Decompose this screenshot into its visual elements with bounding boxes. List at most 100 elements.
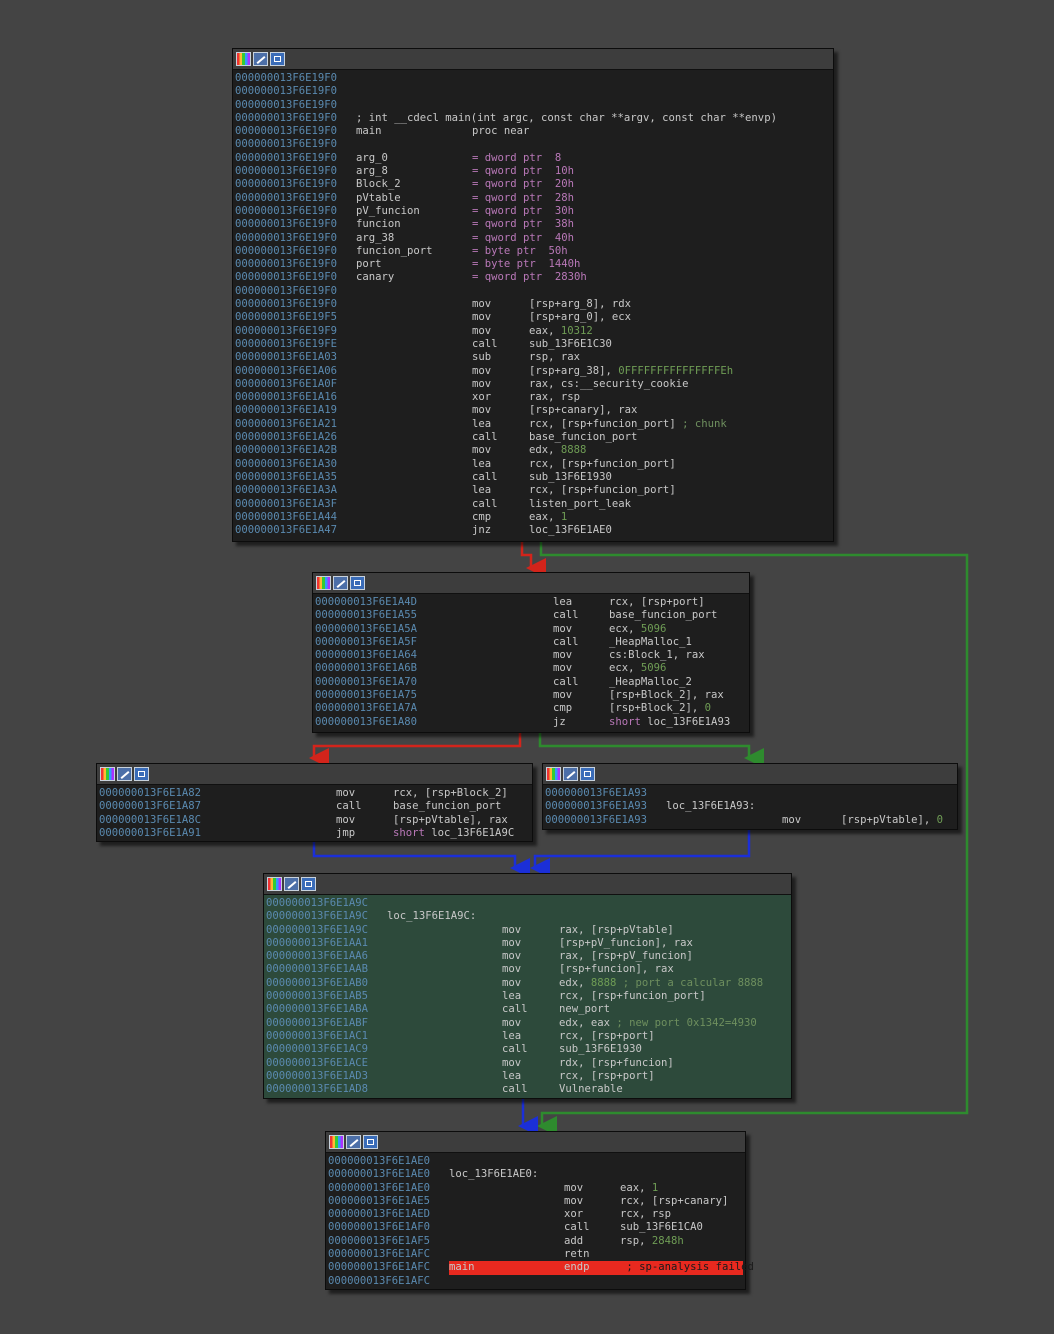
graph-view-icon[interactable] <box>350 576 365 590</box>
disasm-line[interactable]: 000000013F6E19F0 <box>235 99 833 112</box>
disasm-line[interactable]: 000000013F6E1A2B mov edx, 8888 <box>235 444 833 457</box>
disasm-line[interactable]: 000000013F6E1AE0 loc_13F6E1AE0: <box>328 1168 745 1181</box>
disasm-line[interactable]: 000000013F6E19F0 funcion_port = byte ptr 5… <box>235 245 833 258</box>
disasm-line[interactable]: 000000013F6E1A19 mov [rsp+canary], rax <box>235 404 833 417</box>
disasm-line[interactable]: 000000013F6E1ABF mov edx, eax ; new port 0… <box>266 1017 791 1030</box>
disasm-line[interactable]: 000000013F6E19F0 canary = qword ptr 2830h <box>235 271 833 284</box>
disasm-line[interactable]: 000000013F6E19F0 <box>235 138 833 151</box>
color-palette-icon[interactable] <box>267 877 282 891</box>
disasm-line[interactable]: 000000013F6E19F9 mov eax, 10312 <box>235 325 833 338</box>
disasm-line[interactable]: 000000013F6E1AE5 mov rcx, [rsp+canary] <box>328 1195 745 1208</box>
disasm-line[interactable]: 000000013F6E1A21 lea rcx, [rsp+funcion_por… <box>235 418 833 431</box>
disasm-line[interactable]: 000000013F6E1AB5 lea rcx, [rsp+funcion_por… <box>266 990 791 1003</box>
disasm-line[interactable]: 000000013F6E1AAB mov [rsp+funcion], rax <box>266 963 791 976</box>
graph-node-1ae0-exit[interactable]: 000000013F6E1AE0 000000013F6E1AE0 loc_13F6… <box>325 1131 754 1290</box>
disasm-line[interactable]: 000000013F6E1AA1 mov [rsp+pV_funcion], rax <box>266 937 791 950</box>
color-palette-icon[interactable] <box>100 767 115 781</box>
color-palette-icon[interactable] <box>329 1135 344 1149</box>
disasm-line[interactable]: 000000013F6E1A9C <box>266 897 791 910</box>
disasm-line[interactable]: 000000013F6E1A7A cmp [rsp+Block_2], 0 <box>315 702 749 715</box>
edge-n2-n3[interactable] <box>309 732 522 768</box>
edge-n1-n2[interactable] <box>520 541 546 578</box>
edit-icon[interactable] <box>253 52 268 66</box>
disasm-line[interactable]: 000000013F6E1AB0 mov edx, 8888 ; port a ca… <box>266 977 791 990</box>
disasm-line[interactable]: 000000013F6E1A03 sub rsp, rax <box>235 351 833 364</box>
disasm-line[interactable]: 000000013F6E19F0 <box>235 85 833 98</box>
edit-icon[interactable] <box>333 576 348 590</box>
disasm-line[interactable]: 000000013F6E1AA6 mov rax, [rsp+pV_funcion] <box>266 950 791 963</box>
disasm-line[interactable]: 000000013F6E19F0 pV_funcion = qword ptr 30… <box>235 205 833 218</box>
graph-view-icon[interactable] <box>580 767 595 781</box>
edit-icon[interactable] <box>563 767 578 781</box>
graph-node-1a82[interactable]: 000000013F6E1A82 mov rcx, [rsp+Block_2] 000… <box>96 763 533 842</box>
disasm-line[interactable]: 000000013F6E19F0 Block_2 = qword ptr 20h <box>235 178 833 191</box>
disasm-line[interactable]: 000000013F6E19F0 arg_0 = dword ptr 8 <box>235 152 833 165</box>
disasm-line[interactable]: 000000013F6E1A4D lea rcx, [rsp+port] <box>315 596 749 609</box>
edge-n2-n4[interactable] <box>538 732 764 768</box>
disasm-line[interactable]: 000000013F6E19F5 mov [rsp+arg_0], ecx <box>235 311 833 324</box>
disasm-line[interactable]: 000000013F6E19F0 main proc near <box>235 125 833 138</box>
graph-view-icon[interactable] <box>134 767 149 781</box>
disasm-line[interactable]: 000000013F6E19F0 mov [rsp+arg_8], rdx <box>235 298 833 311</box>
graph-view-icon[interactable] <box>363 1135 378 1149</box>
disasm-line[interactable]: 000000013F6E19FE call sub_13F6E1C30 <box>235 338 833 351</box>
disasm-line[interactable]: 000000013F6E1A93 loc_13F6E1A93: <box>545 800 957 813</box>
disasm-line[interactable]: 000000013F6E1A26 call base_funcion_port <box>235 431 833 444</box>
graph-node-1a93[interactable]: 000000013F6E1A93 000000013F6E1A93 loc_13F6… <box>542 763 958 830</box>
disasm-line[interactable]: 000000013F6E19F0 port = byte ptr 1440h <box>235 258 833 271</box>
disasm-line[interactable]: 000000013F6E1A55 call base_funcion_port <box>315 609 749 622</box>
disasm-line[interactable]: 000000013F6E1AE0 <box>328 1155 745 1168</box>
graph-node-1a9c-highlighted[interactable]: 000000013F6E1A9C 000000013F6E1A9C loc_13F6… <box>263 873 792 1099</box>
disasm-line[interactable]: 000000013F6E19F0 <box>235 285 833 298</box>
disasm-line[interactable]: 000000013F6E1AFC retn <box>328 1248 745 1261</box>
graph-view-icon[interactable] <box>301 877 316 891</box>
edge-n4-n5[interactable] <box>530 829 751 878</box>
edit-icon[interactable] <box>346 1135 361 1149</box>
disasm-line[interactable]: 000000013F6E1AFC <box>328 1275 745 1288</box>
disasm-line[interactable]: 000000013F6E1A82 mov rcx, [rsp+Block_2] <box>99 787 532 800</box>
disasm-line[interactable]: 000000013F6E1A35 call sub_13F6E1930 <box>235 471 833 484</box>
color-palette-icon[interactable] <box>546 767 561 781</box>
disasm-line[interactable]: 000000013F6E19F0 ; int __cdecl main(int a… <box>235 112 833 125</box>
disasm-line[interactable]: 000000013F6E1AF0 call sub_13F6E1CA0 <box>328 1221 745 1234</box>
disasm-line[interactable]: 000000013F6E1A9C loc_13F6E1A9C: <box>266 910 791 923</box>
disasm-line[interactable]: 000000013F6E1A87 call base_funcion_port <box>99 800 532 813</box>
graph-node-1a4d[interactable]: 000000013F6E1A4D lea rcx, [rsp+port] 000000… <box>312 572 750 733</box>
disasm-line[interactable]: 000000013F6E1A9C mov rax, [rsp+pVtable] <box>266 924 791 937</box>
disasm-line[interactable]: 000000013F6E19F0 pVtable = qword ptr 28h <box>235 192 833 205</box>
disasm-line[interactable]: 000000013F6E1A91 jmp short loc_13F6E1A9C <box>99 827 532 840</box>
disasm-line[interactable]: 000000013F6E1AD3 lea rcx, [rsp+port] <box>266 1070 791 1083</box>
disasm-line[interactable]: 000000013F6E1A64 mov cs:Block_1, rax <box>315 649 749 662</box>
edit-icon[interactable] <box>284 877 299 891</box>
disasm-line[interactable]: 000000013F6E1A30 lea rcx, [rsp+funcion_por… <box>235 458 833 471</box>
disasm-line[interactable]: 000000013F6E19F0 <box>235 72 833 85</box>
disasm-line[interactable]: 000000013F6E1A80 jz short loc_13F6E1A93 <box>315 716 749 729</box>
color-palette-icon[interactable] <box>236 52 251 66</box>
disasm-line[interactable]: 000000013F6E1ACE mov rdx, [rsp+funcion] <box>266 1057 791 1070</box>
disasm-line[interactable]: 000000013F6E1ABA call new_port <box>266 1003 791 1016</box>
disasm-line[interactable]: 000000013F6E1AC9 call sub_13F6E1930 <box>266 1043 791 1056</box>
disasm-line[interactable]: 000000013F6E19F0 funcion = qword ptr 38h <box>235 218 833 231</box>
graph-view-icon[interactable] <box>270 52 285 66</box>
disasm-line[interactable]: 000000013F6E1A8C mov [rsp+pVtable], rax <box>99 814 532 827</box>
disasm-line[interactable]: 000000013F6E1AE0 mov eax, 1 <box>328 1182 745 1195</box>
disasm-line[interactable]: 000000013F6E19F0 arg_38 = qword ptr 40h <box>235 232 833 245</box>
disasm-line[interactable]: 000000013F6E1AC1 lea rcx, [rsp+port] <box>266 1030 791 1043</box>
disasm-line[interactable]: 000000013F6E1A44 cmp eax, 1 <box>235 511 833 524</box>
disasm-line[interactable]: 000000013F6E1A6B mov ecx, 5096 <box>315 662 749 675</box>
disasm-line[interactable]: 000000013F6E1A47 jnz loc_13F6E1AE0 <box>235 524 833 537</box>
disasm-line[interactable]: 000000013F6E1A75 mov [rsp+Block_2], rax <box>315 689 749 702</box>
color-palette-icon[interactable] <box>316 576 331 590</box>
disasm-line[interactable]: 000000013F6E1A0F mov rax, cs:__security_co… <box>235 378 833 391</box>
disasm-line[interactable]: 000000013F6E19F0 arg_8 = qword ptr 10h <box>235 165 833 178</box>
graph-node-main-entry[interactable]: 000000013F6E19F0 000000013F6E19F0 00000001… <box>232 48 834 542</box>
disasm-line[interactable]: 000000013F6E1A93 mov [rsp+pVtable], 0 <box>545 814 957 827</box>
disasm-line[interactable]: 000000013F6E1AED xor rcx, rsp <box>328 1208 745 1221</box>
disasm-line[interactable]: 000000013F6E1A5A mov ecx, 5096 <box>315 623 749 636</box>
disasm-line[interactable]: 000000013F6E1A3F call listen_port_leak <box>235 498 833 511</box>
disasm-line[interactable]: 000000013F6E1A06 mov [rsp+arg_38], 0FFFFFF… <box>235 365 833 378</box>
disasm-line[interactable]: 000000013F6E1A5F call _HeapMalloc_1 <box>315 636 749 649</box>
disasm-line[interactable]: 000000013F6E1AF5 add rsp, 2848h <box>328 1235 745 1248</box>
disasm-line[interactable]: 000000013F6E1A16 xor rax, rsp <box>235 391 833 404</box>
disasm-line[interactable]: 000000013F6E1AD8 call Vulnerable <box>266 1083 791 1096</box>
